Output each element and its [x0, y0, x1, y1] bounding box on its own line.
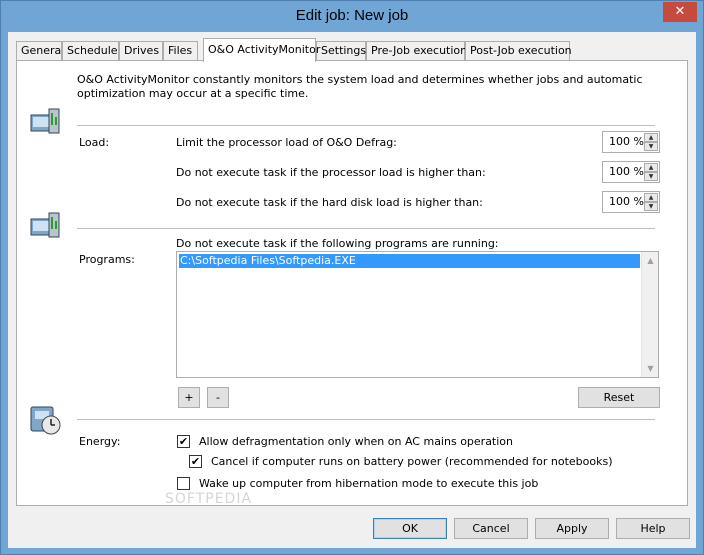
add-program-button[interactable]: +	[178, 387, 200, 408]
programs-scrollbar[interactable]: ▲ ▼	[641, 252, 658, 377]
programs-divider	[77, 228, 655, 229]
battery-cancel-label: Cancel if computer runs on battery power…	[211, 455, 613, 468]
reset-button[interactable]: Reset	[578, 387, 660, 408]
processor-load-value: 100 %	[609, 165, 644, 178]
programs-heading: Do not execute task if the following pro…	[176, 237, 499, 250]
processor-limit-label: Limit the processor load of O&O Defrag:	[176, 136, 397, 149]
computer-programs-icon	[30, 212, 60, 238]
spin-down-icon[interactable]: ▼	[644, 202, 658, 211]
programs-label: Programs:	[79, 253, 135, 266]
computer-load-icon	[30, 108, 60, 134]
window-title: Edit job: New job	[295, 7, 409, 24]
tab-activitymonitor[interactable]: O&O ActivityMonitor	[203, 38, 320, 62]
energy-clock-icon	[30, 406, 61, 435]
spin-down-icon[interactable]: ▼	[644, 142, 658, 151]
processor-load-label: Do not execute task if the processor loa…	[176, 166, 486, 179]
activitymonitor-panel: O&O ActivityMonitor constantly monitors …	[16, 60, 688, 507]
battery-cancel-checkbox[interactable]: ✔	[189, 455, 202, 468]
scroll-up-icon[interactable]: ▲	[642, 252, 659, 269]
intro-text: O&O ActivityMonitor constantly monitors …	[77, 73, 643, 100]
processor-limit-spinner[interactable]: 100 % ▲ ▼	[602, 131, 660, 153]
tab-post-job-execution[interactable]: Post-Job execution	[465, 41, 572, 61]
close-button[interactable]: ✕	[663, 2, 697, 22]
spin-down-icon[interactable]: ▼	[644, 172, 658, 181]
list-item[interactable]: C:\Softpedia Files\Softpedia.EXE	[179, 254, 640, 268]
apply-button[interactable]: Apply	[535, 518, 609, 539]
tab-drives[interactable]: Drives	[119, 41, 163, 61]
dialog-client: General Schedule Drives Files O&O Activi…	[8, 32, 696, 548]
spin-up-icon[interactable]: ▲	[644, 133, 658, 142]
tab-schedule[interactable]: Schedule	[62, 41, 119, 61]
energy-divider	[77, 419, 655, 420]
scroll-down-icon[interactable]: ▼	[642, 360, 659, 377]
ac-mains-label: Allow defragmentation only when on AC ma…	[199, 435, 514, 448]
tab-settings[interactable]: Settings	[316, 41, 366, 61]
processor-load-spinner[interactable]: 100 % ▲ ▼	[602, 161, 660, 183]
wake-up-checkbox[interactable]	[177, 477, 190, 490]
load-label: Load:	[79, 136, 110, 149]
spin-up-icon[interactable]: ▲	[644, 193, 658, 202]
ok-button[interactable]: OK	[373, 518, 447, 539]
cancel-button[interactable]: Cancel	[454, 518, 528, 539]
wake-up-label: Wake up computer from hibernation mode t…	[199, 477, 539, 490]
intro-divider	[77, 125, 655, 126]
energy-label: Energy:	[79, 435, 121, 448]
softpedia-watermark: SOFTPEDIA	[165, 491, 253, 507]
tab-files[interactable]: Files	[163, 41, 198, 61]
spin-up-icon[interactable]: ▲	[644, 163, 658, 172]
disk-load-label: Do not execute task if the hard disk loa…	[176, 196, 483, 209]
disk-load-spinner[interactable]: 100 % ▲ ▼	[602, 191, 660, 213]
dialog-window: Edit job: New job ✕ General Schedule Dri…	[0, 0, 704, 555]
processor-limit-value: 100 %	[609, 135, 644, 148]
disk-load-value: 100 %	[609, 195, 644, 208]
help-button[interactable]: Help	[616, 518, 690, 539]
programs-list[interactable]: C:\Softpedia Files\Softpedia.EXE ▲ ▼	[176, 251, 659, 378]
remove-program-button[interactable]: -	[207, 387, 229, 408]
title-bar[interactable]: Edit job: New job ✕	[1, 1, 703, 31]
tab-general[interactable]: General	[16, 41, 64, 61]
ac-mains-checkbox[interactable]: ✔	[177, 435, 190, 448]
tab-pre-job-execution[interactable]: Pre-Job execution	[366, 41, 467, 61]
